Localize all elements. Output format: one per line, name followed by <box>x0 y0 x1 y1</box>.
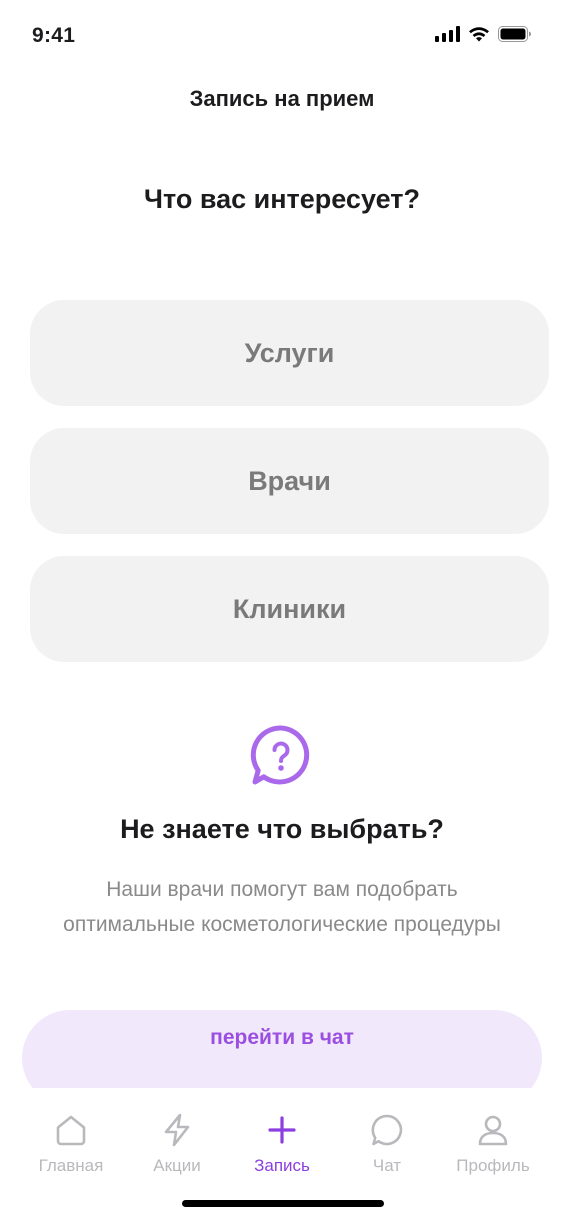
help-description: Наши врачи помогут вам подобрать оптимал… <box>63 878 501 936</box>
option-doctors-button[interactable]: Врачи <box>30 428 549 534</box>
cellular-signal-icon <box>435 26 460 42</box>
status-bar: 9:41 <box>0 0 564 76</box>
tab-bar: Главная Акции Запись Чат Профиль <box>0 1088 564 1218</box>
battery-icon <box>498 26 531 42</box>
tab-promotions[interactable]: Акции <box>122 1112 232 1176</box>
option-services-button[interactable]: Услуги <box>30 300 549 406</box>
status-icons <box>435 26 532 42</box>
home-icon <box>56 1115 86 1146</box>
tab-booking-label: Запись <box>254 1156 310 1175</box>
tab-home-label: Главная <box>38 1156 104 1175</box>
go-to-chat-label: перейти в чат <box>210 1026 354 1049</box>
option-clinics-button[interactable]: Клиники <box>30 556 549 662</box>
question-chat-icon <box>250 725 310 785</box>
wifi-icon <box>469 27 489 42</box>
home-indicator <box>182 1200 384 1207</box>
tab-chat-label: Чат <box>372 1156 402 1175</box>
page-title: Запись на прием <box>189 86 375 111</box>
status-time: 9:41 <box>32 24 76 47</box>
tab-booking[interactable]: Запись <box>227 1112 337 1176</box>
tab-home[interactable]: Главная <box>16 1112 126 1176</box>
lightning-icon <box>164 1113 190 1147</box>
question-heading: Что вас интересует? <box>144 184 420 214</box>
tab-promotions-label: Акции <box>153 1156 201 1175</box>
chat-bubble-icon <box>371 1114 403 1146</box>
tab-profile[interactable]: Профиль <box>438 1112 548 1176</box>
tab-chat[interactable]: Чат <box>332 1112 442 1176</box>
help-title: Не знаете что выбрать? <box>120 814 444 844</box>
profile-icon <box>478 1115 508 1146</box>
plus-icon <box>268 1116 296 1144</box>
tab-profile-label: Профиль <box>456 1156 530 1175</box>
